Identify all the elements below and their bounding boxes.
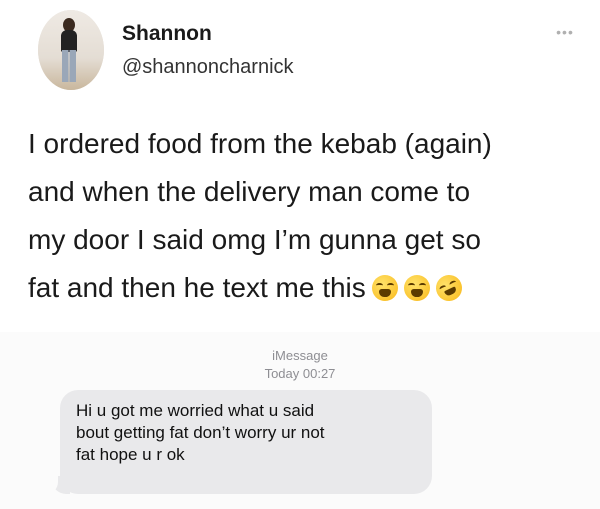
- tweet-text-line: my door I said omg I’m gunna get so: [28, 224, 481, 255]
- message-line: bout getting fat don’t worry ur not: [76, 423, 325, 442]
- more-options-icon[interactable]: •••: [552, 25, 578, 39]
- tweet-text-line: I ordered food from the kebab (again): [28, 128, 492, 159]
- tweet-header: Shannon @shannoncharnick •••: [38, 10, 578, 90]
- received-message-bubble[interactable]: Hi u got me worried what u said bout get…: [60, 390, 432, 494]
- tweet-text: I ordered food from the kebab (again) an…: [28, 120, 576, 312]
- author-name[interactable]: Shannon: [122, 22, 212, 46]
- tweet-text-line-last: fat and then he text me this: [28, 264, 576, 312]
- tweet-screenshot: Shannon @shannoncharnick ••• I ordered f…: [0, 0, 600, 509]
- message-line: fat hope u r ok: [76, 445, 185, 464]
- rolling-on-floor-laughing-emoji-icon: [431, 270, 467, 306]
- imessage-service-label: iMessage: [272, 348, 328, 363]
- imessage-timestamp: Today 00:27: [264, 366, 336, 381]
- tweet-text-line: and when the delivery man come to: [28, 176, 471, 207]
- message-line: Hi u got me worried what u said: [76, 401, 315, 420]
- weary-face-emoji-icon: [403, 275, 430, 301]
- author-handle[interactable]: @shannoncharnick: [122, 56, 294, 79]
- avatar[interactable]: [38, 10, 104, 90]
- weary-face-emoji-icon: [371, 275, 398, 301]
